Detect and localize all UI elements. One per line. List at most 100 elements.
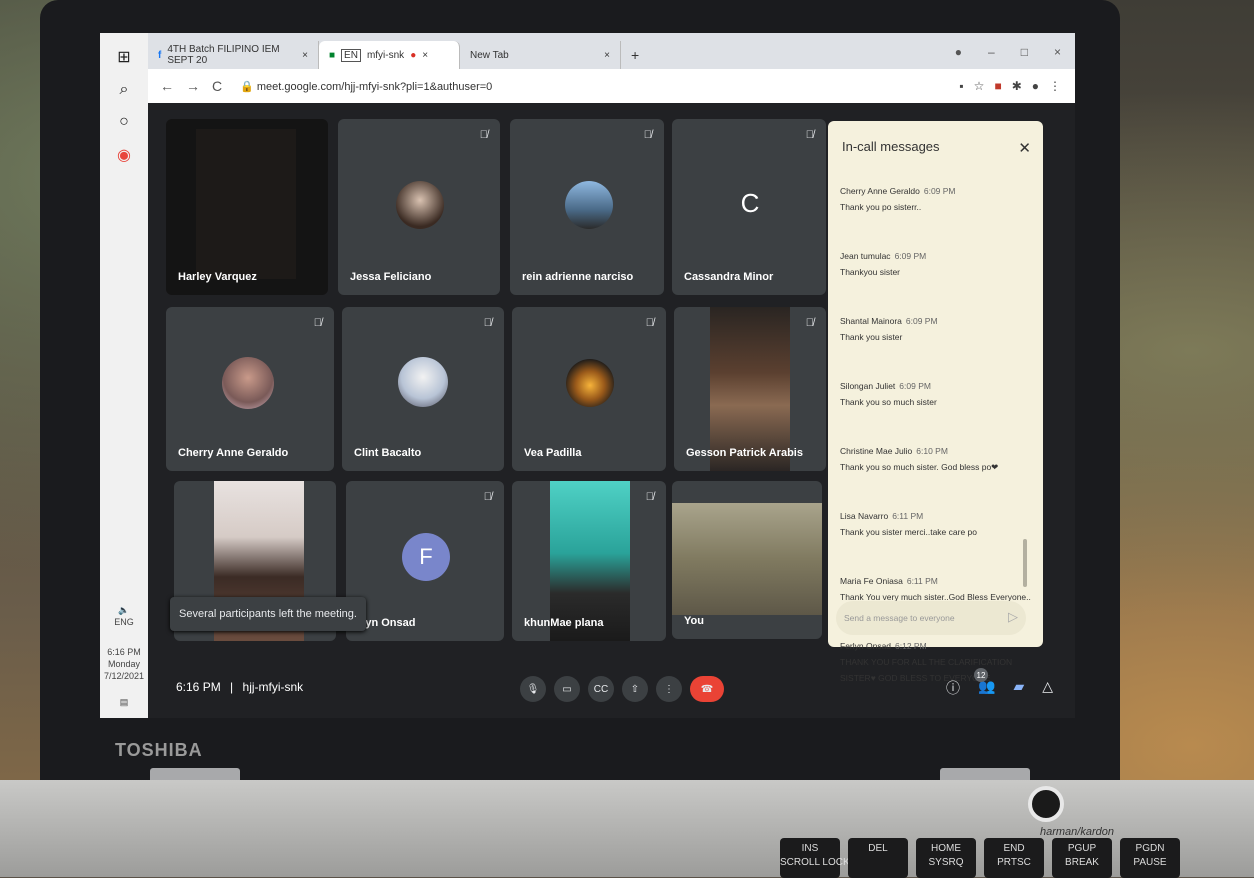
- speaker-brand: harman/kardon: [1040, 826, 1114, 838]
- tab-label: mfyi-snk: [366, 49, 405, 61]
- participant-tile[interactable]: Harley Varquez: [166, 119, 328, 295]
- meet-stage: Harley Varquez 🎙̸ Jessa Feliciano 🎙̸ rei…: [148, 103, 1075, 718]
- laptop-brand-logo: TOSHIBA: [115, 740, 203, 760]
- message-text: Thank you so much sister. God bless po❤: [840, 462, 999, 472]
- keyboard-key[interactable]: PGUP BREAK: [1052, 838, 1112, 878]
- close-window-icon[interactable]: ×: [1054, 45, 1061, 59]
- profile-photo: [565, 181, 613, 229]
- profile-photo: [566, 359, 614, 407]
- meet-icon: ■: [329, 49, 336, 61]
- people-icon[interactable]: 👥 12: [974, 668, 995, 698]
- participant-tile[interactable]: You: [672, 481, 822, 639]
- captions-icon[interactable]: CC: [588, 676, 614, 702]
- side-controls: ⓘ 👥 12 ▰ △: [946, 668, 1053, 698]
- reload-icon[interactable]: C: [212, 78, 222, 94]
- search-icon[interactable]: ⌕: [120, 81, 129, 99]
- keyboard-key[interactable]: HOME SYSRQ: [916, 838, 976, 878]
- participant-tile[interactable]: 🎙̸ Cherry Anne Geraldo: [166, 307, 334, 471]
- participant-tile[interactable]: 🎙̸ C Cassandra Minor: [672, 119, 826, 295]
- people-count-badge: 12: [974, 668, 988, 682]
- back-icon[interactable]: ←: [160, 78, 174, 94]
- participant-name: Clint Bacalto: [354, 447, 422, 459]
- chat-scrollbar[interactable]: [1023, 539, 1027, 587]
- message-time: 6:11 PM: [906, 576, 938, 586]
- participant-tile[interactable]: 🎙̸ F rlyn Onsad: [346, 481, 504, 641]
- menu-icon[interactable]: ⋮: [1049, 79, 1061, 93]
- forward-icon[interactable]: →: [186, 78, 200, 94]
- puzzle-icon[interactable]: ✱: [1012, 79, 1022, 93]
- tab-facebook[interactable]: f 4TH Batch FILIPINO IEM SEPT 20 ×: [148, 41, 319, 69]
- profile-dot-icon[interactable]: ●: [955, 45, 962, 59]
- language-indicator[interactable]: ENG: [100, 616, 148, 628]
- mic-off-icon: 🎙̸: [483, 491, 492, 503]
- mic-off-icon: 🎙̸: [805, 129, 814, 141]
- participant-tile[interactable]: 🎙̸ Jessa Feliciano: [338, 119, 500, 295]
- send-icon[interactable]: ▷: [1008, 609, 1018, 625]
- url-field[interactable]: 🔒 meet.google.com/hjj-mfyi-snk?pli=1&aut…: [240, 80, 492, 93]
- chat-input-placeholder: Send a message to everyone: [844, 613, 955, 623]
- extension-icon[interactable]: ■: [994, 79, 1001, 93]
- message-sender: Lisa Navarro: [840, 511, 889, 521]
- message-header: Christine Mae Julio 6:10 PM: [840, 443, 1032, 459]
- end-call-button[interactable]: ☎: [690, 676, 724, 702]
- chat-panel: In-call messages ✕ Cherry Anne Geraldo 6:…: [828, 121, 1043, 683]
- clock-day: Monday: [107, 659, 141, 669]
- mic-off-icon: 🎙̸: [313, 317, 322, 329]
- new-tab-button[interactable]: +: [621, 41, 649, 69]
- keyboard-key[interactable]: INS SCROLL LOCK: [780, 838, 850, 878]
- cortana-icon[interactable]: ○: [119, 113, 129, 131]
- more-options-icon[interactable]: ⋮: [656, 676, 682, 702]
- camera-toggle-icon[interactable]: ▭: [554, 676, 580, 702]
- minimize-icon[interactable]: –: [988, 45, 995, 59]
- participant-tile[interactable]: 🎙̸ khunMae plana: [512, 481, 666, 641]
- participant-tile[interactable]: 🎙̸ Clint Bacalto: [342, 307, 504, 471]
- participant-tile[interactable]: 🎙̸ rein adrienne narciso: [510, 119, 664, 295]
- keyboard-key[interactable]: PGDN PAUSE: [1120, 838, 1180, 878]
- message-header: Lisa Navarro 6:11 PM: [840, 508, 1032, 524]
- windows-start-icon[interactable]: ⊞: [117, 47, 130, 67]
- activities-icon[interactable]: △: [1042, 678, 1053, 698]
- language-badge: EN: [341, 48, 361, 62]
- tab-meet[interactable]: ■ EN mfyi-snk ● ×: [319, 41, 460, 69]
- message-sender: Maria Fe Oniasa: [840, 576, 903, 586]
- profile-avatar[interactable]: ●: [1032, 79, 1039, 93]
- participant-name: Cassandra Minor: [684, 271, 774, 283]
- message-sender: Cherry Anne Geraldo: [840, 186, 920, 196]
- camera-icon[interactable]: ▪: [959, 79, 963, 93]
- close-icon[interactable]: ×: [604, 50, 610, 61]
- participant-name: rein adrienne narciso: [522, 271, 634, 283]
- mic-off-icon: 🎙̸: [645, 317, 654, 329]
- keyboard-key[interactable]: DEL: [848, 838, 908, 878]
- participant-tile[interactable]: 🎙̸ Gesson Patrick Arabis: [674, 307, 826, 471]
- close-icon[interactable]: ✕: [1018, 139, 1031, 157]
- chrome-icon[interactable]: ◉: [117, 145, 131, 165]
- chat-title: In-call messages: [842, 139, 940, 154]
- microphone-icon[interactable]: 🎙: [520, 676, 546, 702]
- info-icon[interactable]: ⓘ: [946, 678, 960, 698]
- close-icon[interactable]: ×: [302, 50, 308, 61]
- tab-new[interactable]: New Tab ×: [460, 41, 621, 69]
- browser-chrome: f 4TH Batch FILIPINO IEM SEPT 20 × ■ EN …: [148, 33, 1075, 108]
- system-tray: 🔈 ENG 6:16 PM Monday 7/12/2021 ▤: [100, 604, 148, 708]
- extensions-area: ▪ ☆ ■ ✱ ● ⋮: [959, 79, 1061, 93]
- windows-taskbar: ⊞ ⌕ ○ ◉ 🔈 ENG 6:16 PM Monday 7/12/2021 ▤: [100, 33, 148, 718]
- message-text: Thankyou sister: [840, 267, 900, 277]
- maximize-icon[interactable]: □: [1021, 45, 1028, 59]
- message-list: Cherry Anne Geraldo 6:09 PM Thank you po s…: [840, 183, 1032, 718]
- power-button[interactable]: [1028, 786, 1064, 822]
- chat-icon[interactable]: ▰: [1013, 678, 1024, 698]
- bottom-control-bar: 6:16 PM | hjj-mfyi-snk 🎙 ▭ CC ⇧ ⋮ ☎ ⓘ 👥 1…: [148, 648, 1075, 718]
- participant-tile[interactable]: 🎙̸ Vea Padilla: [512, 307, 666, 471]
- notification-icon[interactable]: ▤: [100, 696, 148, 708]
- chat-message: Cherry Anne Geraldo 6:09 PM Thank you po s…: [840, 183, 1032, 215]
- keyboard-key[interactable]: END PRTSC: [984, 838, 1044, 878]
- volume-icon[interactable]: 🔈: [100, 604, 148, 616]
- bookmark-star-icon[interactable]: ☆: [974, 79, 985, 93]
- chat-input[interactable]: Send a message to everyone ▷: [836, 601, 1026, 635]
- keyboard-keys: INS SCROLL LOCK DEL HOME SYSRQ END PRTSC PGU…: [780, 838, 1180, 878]
- participant-name: Jessa Feliciano: [350, 271, 432, 283]
- chat-message: Shantal Mainora 6:09 PM Thank you sister: [840, 313, 1032, 345]
- clock-time[interactable]: 6:16 PM: [100, 646, 148, 658]
- present-icon[interactable]: ⇧: [622, 676, 648, 702]
- close-icon[interactable]: ×: [422, 50, 428, 61]
